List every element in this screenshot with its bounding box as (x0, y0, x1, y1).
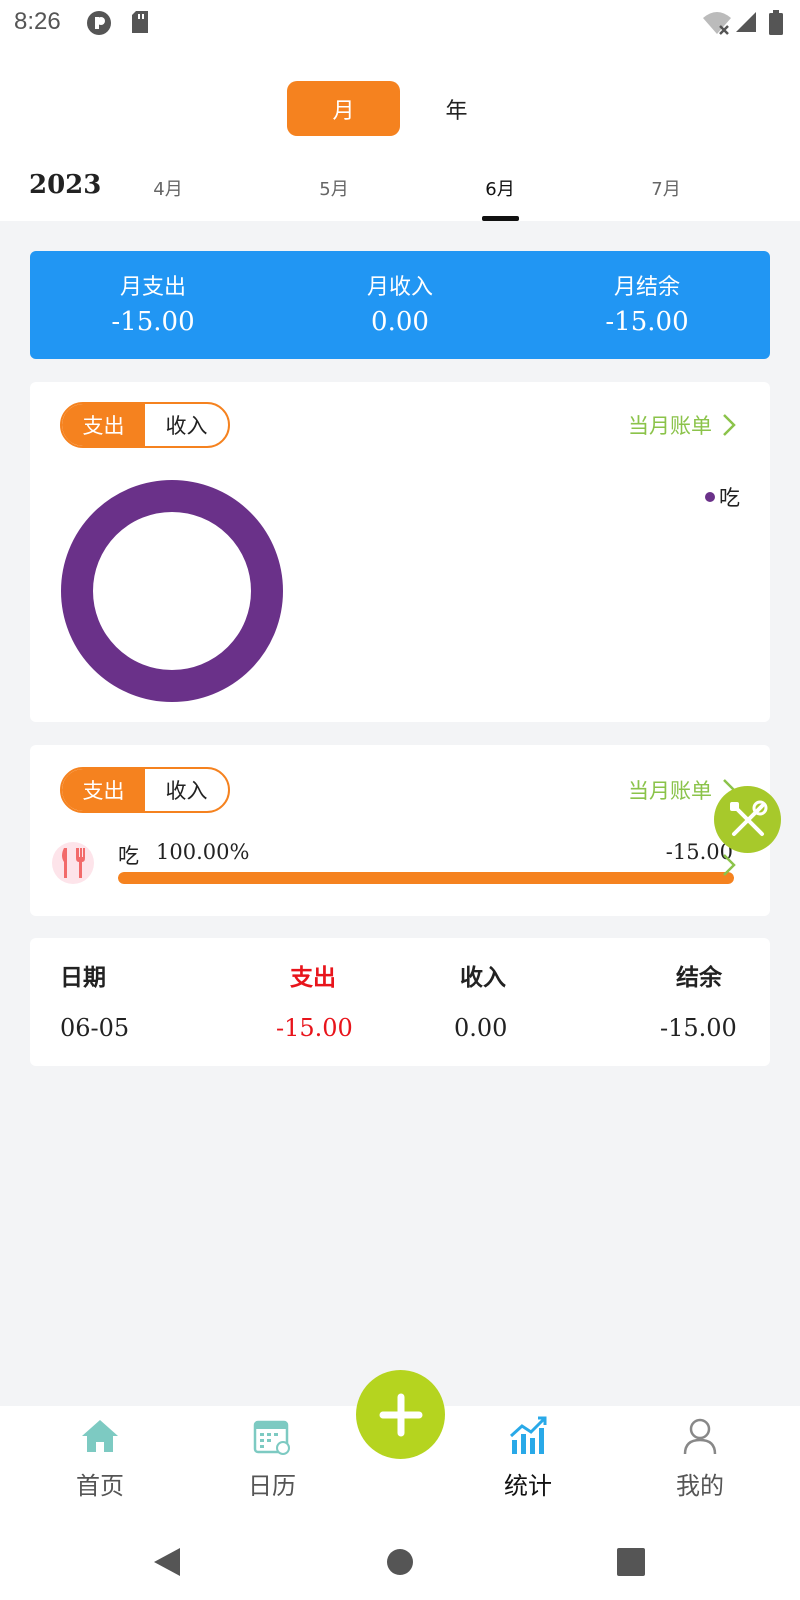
legend-dot (705, 492, 715, 502)
category-toggle-income[interactable]: 收入 (145, 769, 228, 811)
nav-home-label: 首页 (76, 1472, 124, 1500)
col-header-expense: 支出 (290, 965, 336, 991)
daily-table-card: 日期 支出 收入 结余 06-05 -15.00 0.00 -15.00 (30, 938, 770, 1066)
col-header-balance: 结余 (676, 965, 722, 991)
add-record-button[interactable] (356, 1370, 445, 1459)
back-icon[interactable] (152, 1546, 182, 1578)
donut-slice-0 (61, 480, 283, 702)
chevron-right-icon (723, 854, 736, 876)
system-navigation-bar (0, 1528, 800, 1600)
chart-type-toggle: 支出 收入 (60, 402, 230, 448)
chart-card: 支出 收入 当月账单 吃 (30, 382, 770, 722)
tools-button[interactable] (714, 786, 781, 853)
summary-income-label: 月收入 (366, 275, 433, 300)
col-header-income: 收入 (460, 965, 506, 991)
calendar-icon (253, 1420, 290, 1455)
tab-month[interactable]: 月 (287, 81, 400, 136)
summary-balance: 月结余 -15.00 (524, 269, 770, 337)
category-type-toggle: 支出 收入 (60, 767, 230, 813)
chart-toggle-expense[interactable]: 支出 (62, 404, 145, 446)
month-tab-april[interactable]: 4月 (128, 175, 208, 201)
category-toggle-expense[interactable]: 支出 (62, 769, 145, 811)
period-header: 月 年 2023 4月 5月 6月 7月 (0, 48, 800, 221)
home-button-icon[interactable] (386, 1548, 414, 1576)
donut-chart (61, 480, 283, 702)
selected-month-indicator (482, 216, 519, 221)
battery-icon (768, 10, 784, 40)
chevron-right-icon (723, 414, 736, 436)
monthly-summary-card: 月支出 -15.00 月收入 0.00 月结余 -15.00 (30, 251, 770, 359)
nav-home[interactable]: 首页 (30, 1406, 170, 1516)
nav-calendar[interactable]: 日历 (202, 1406, 342, 1516)
legend-label: 吃 (719, 486, 740, 510)
summary-expense-label: 月支出 (119, 275, 186, 300)
status-bar: 8:26 (0, 0, 800, 48)
category-percent: 100.00% (156, 840, 250, 864)
plus-icon (379, 1393, 422, 1436)
month-tab-july[interactable]: 7月 (626, 175, 706, 201)
sd-card-icon (130, 10, 150, 38)
nav-profile-label: 我的 (676, 1472, 724, 1500)
chart-legend: 吃 (705, 482, 740, 512)
nav-calendar-label: 日历 (248, 1472, 296, 1500)
row-expense: -15.00 (276, 1014, 353, 1042)
chart-month-bill-label: 当月账单 (628, 414, 712, 438)
user-icon (683, 1418, 717, 1455)
month-tab-may[interactable]: 5月 (294, 175, 374, 201)
fork-knife-icon (52, 842, 94, 884)
nav-profile[interactable]: 我的 (630, 1406, 770, 1516)
chart-month-bill-link[interactable]: 当月账单 (628, 410, 736, 440)
summary-expense-value: -15.00 (111, 307, 195, 337)
month-tab-june[interactable]: 6月 (460, 175, 540, 201)
category-progress-bar (118, 872, 734, 884)
category-card: 支出 收入 当月账单 吃 100.00% -15.00 (30, 745, 770, 916)
nav-stats[interactable]: 统计 (458, 1406, 598, 1516)
category-progress-fill (118, 872, 734, 884)
category-name: 吃 (118, 844, 139, 868)
wrench-screwdriver-icon (729, 800, 767, 836)
summary-expense: 月支出 -15.00 (30, 269, 276, 337)
recents-icon[interactable] (617, 1548, 645, 1576)
home-icon (82, 1420, 118, 1452)
row-date: 06-05 (60, 1014, 130, 1042)
category-month-bill-label: 当月账单 (628, 779, 712, 803)
tab-year[interactable]: 年 (400, 81, 513, 136)
nav-stats-label: 统计 (504, 1472, 552, 1500)
year-label: 2023 (29, 170, 102, 200)
summary-balance-value: -15.00 (605, 307, 689, 337)
chart-toggle-income[interactable]: 收入 (145, 404, 228, 446)
cell-signal-icon (734, 10, 758, 38)
status-time: 8:26 (14, 8, 61, 35)
row-balance: -15.00 (660, 1014, 737, 1042)
row-income: 0.00 (454, 1014, 508, 1042)
category-amount: -15.00 (665, 840, 733, 864)
app-notification-icon (86, 10, 112, 40)
chart-icon (509, 1416, 547, 1454)
wifi-off-icon (702, 10, 732, 40)
summary-income-value: 0.00 (371, 307, 429, 337)
summary-balance-label: 月结余 (613, 275, 680, 300)
col-header-date: 日期 (60, 965, 106, 991)
summary-income: 月收入 0.00 (277, 269, 523, 337)
